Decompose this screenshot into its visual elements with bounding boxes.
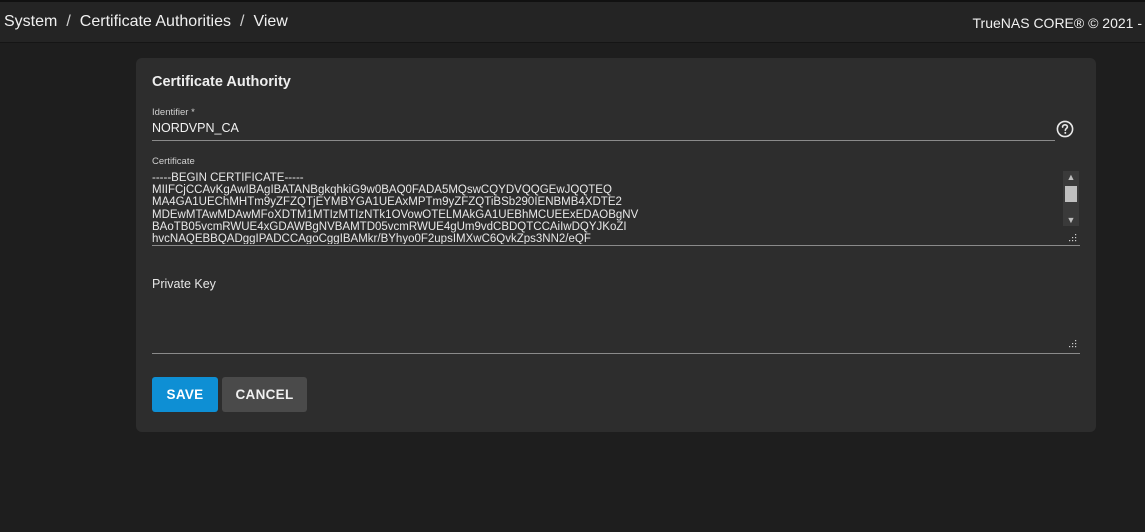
identifier-input[interactable]: NORDVPN_CA (152, 121, 239, 135)
private-key-textarea[interactable] (152, 296, 1080, 352)
breadcrumb-item-system[interactable]: System (4, 13, 57, 30)
form-title: Certificate Authority (152, 74, 291, 90)
scrollbar-thumb[interactable] (1065, 186, 1077, 202)
scroll-down-arrow-icon[interactable]: ▼ (1063, 214, 1079, 226)
identifier-underline (152, 140, 1055, 141)
scroll-up-arrow-icon[interactable]: ▲ (1063, 171, 1079, 183)
private-key-underline (152, 353, 1080, 354)
cancel-button[interactable]: CANCEL (222, 377, 307, 412)
help-circle-icon[interactable] (1056, 120, 1074, 138)
breadcrumb-separator: / (239, 13, 245, 30)
certificate-scrollbar[interactable]: ▲ ▼ (1063, 171, 1079, 226)
breadcrumb: System / Certificate Authorities / View (4, 13, 288, 31)
save-button[interactable]: SAVE (152, 377, 218, 412)
copyright-text[interactable]: TrueNAS CORE® © 2021 - i (973, 15, 1145, 31)
breadcrumb-item-view: View (253, 13, 288, 30)
breadcrumb-item-certificate-authorities[interactable]: Certificate Authorities (80, 13, 231, 30)
private-key-label: Private Key (152, 277, 216, 291)
top-bar: System / Certificate Authorities / View True… (0, 0, 1145, 43)
resize-handle-icon[interactable] (1069, 234, 1077, 242)
breadcrumb-separator: / (66, 13, 71, 30)
resize-handle-icon[interactable] (1069, 340, 1077, 348)
certificate-underline (152, 245, 1080, 246)
certificate-text: -----BEGIN CERTIFICATE----- MIIFCjCCAvKg… (152, 172, 639, 244)
identifier-label: Identifier * (152, 107, 195, 118)
certificate-authority-form: Certificate Authority Identifier * NORDV… (136, 58, 1096, 432)
certificate-textarea[interactable]: -----BEGIN CERTIFICATE----- MIIFCjCCAvKg… (152, 172, 1080, 244)
certificate-label: Certificate (152, 156, 195, 167)
